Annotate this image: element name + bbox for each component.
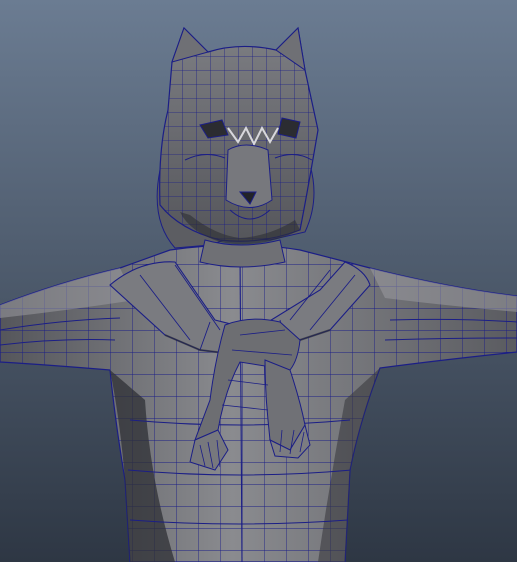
right-eye-socket [277,117,301,139]
3d-viewport[interactable] [0,0,517,562]
wolf-headdress[interactable] [150,20,330,250]
viewport-canvas[interactable] [0,0,517,562]
